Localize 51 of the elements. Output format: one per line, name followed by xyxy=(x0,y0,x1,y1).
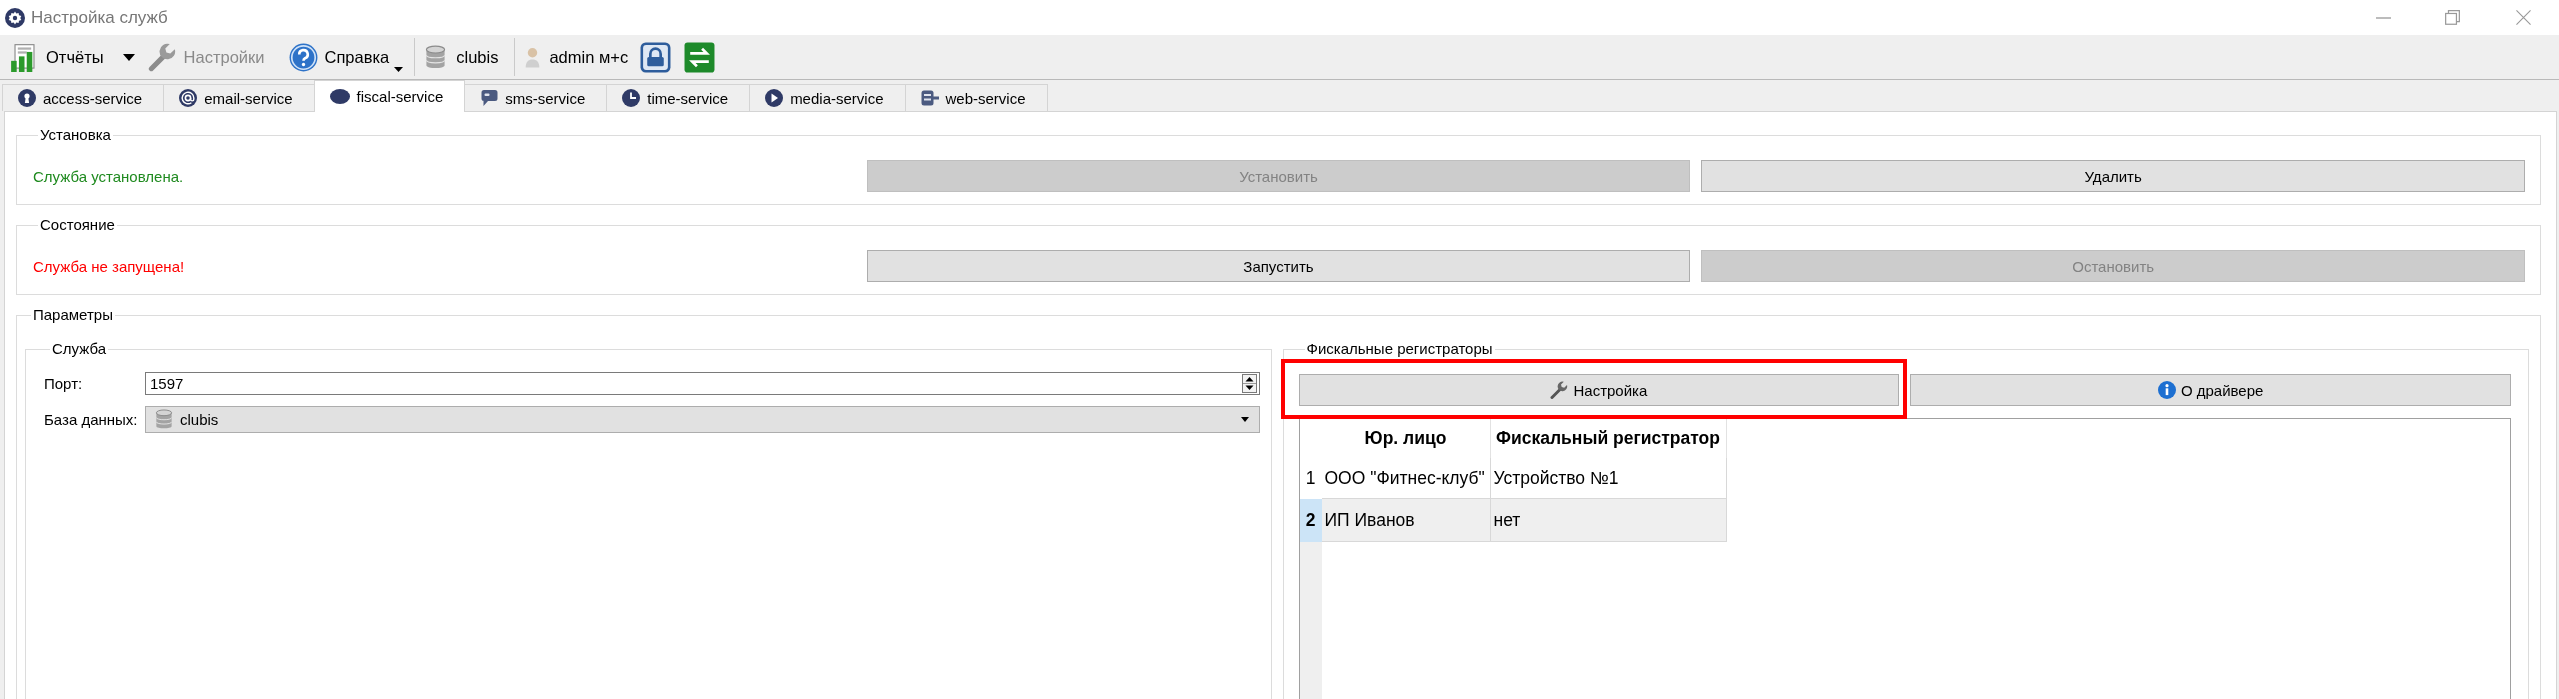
database-icon xyxy=(155,409,173,430)
oval-icon xyxy=(329,89,350,104)
speech-bubble-icon xyxy=(480,89,499,107)
start-button[interactable]: Запустить xyxy=(866,250,1691,282)
server-icon xyxy=(920,89,939,107)
configure-button[interactable]: Настройка xyxy=(1298,374,1900,406)
table-cell: ООО "Фитнес-клуб" xyxy=(1321,458,1491,499)
group-title: Состояние xyxy=(39,216,116,234)
driver-info-button[interactable]: О драйвере xyxy=(1910,374,2511,406)
status-text: Служба не запущена! xyxy=(32,257,186,275)
tab[interactable]: fiscal-service xyxy=(313,80,466,112)
at-sign-icon xyxy=(179,89,198,107)
user-icon xyxy=(525,46,541,68)
table-cell: ИП Иванов xyxy=(1321,499,1491,542)
caret-icon xyxy=(394,67,404,72)
swap-arrows-icon[interactable] xyxy=(684,41,716,73)
help-icon xyxy=(288,42,318,72)
user-label: admin м+с xyxy=(549,47,629,67)
info-icon xyxy=(2157,381,2176,399)
dropdown-arrow-icon[interactable] xyxy=(122,53,135,61)
lock-icon[interactable] xyxy=(640,41,672,73)
wrench-icon xyxy=(147,42,177,72)
table-cell: нет xyxy=(1490,499,1727,542)
group-title: Установка xyxy=(39,126,112,144)
close-icon[interactable] xyxy=(2516,10,2531,25)
spin-arrows-icon[interactable] xyxy=(1241,374,1257,393)
group-title: Фискальные регистраторы xyxy=(1305,340,1494,358)
status-text: Служба установлена. xyxy=(32,167,185,185)
restore-icon[interactable] xyxy=(2445,10,2460,25)
field-label: База данных: xyxy=(44,411,139,428)
table-cell: Устройство №1 xyxy=(1490,458,1727,499)
row-header[interactable]: 2 xyxy=(1299,499,1322,542)
tab[interactable]: access-service xyxy=(2,84,165,111)
group-title: Служба xyxy=(51,340,108,358)
reports-button[interactable]: Отчёты xyxy=(5,39,109,75)
remove-button[interactable]: Удалить xyxy=(1701,160,2525,192)
help-button[interactable]: Справка xyxy=(283,39,409,75)
play-icon xyxy=(765,89,784,107)
window-title: Настройка служб xyxy=(31,7,168,28)
keyhole-icon xyxy=(18,89,36,107)
database-combobox[interactable]: clubis xyxy=(145,406,1260,433)
database-label: clubis xyxy=(456,47,499,67)
tab[interactable]: web-service xyxy=(904,84,1048,111)
database-icon xyxy=(425,44,447,70)
port-spinbox[interactable]: 1597 xyxy=(145,372,1260,395)
wrench-icon xyxy=(1550,381,1569,399)
gear-icon xyxy=(5,7,25,28)
caret-icon xyxy=(1240,417,1249,422)
clock-icon xyxy=(622,89,641,107)
group-title: Параметры xyxy=(32,306,114,324)
field-label: Порт: xyxy=(44,375,84,392)
